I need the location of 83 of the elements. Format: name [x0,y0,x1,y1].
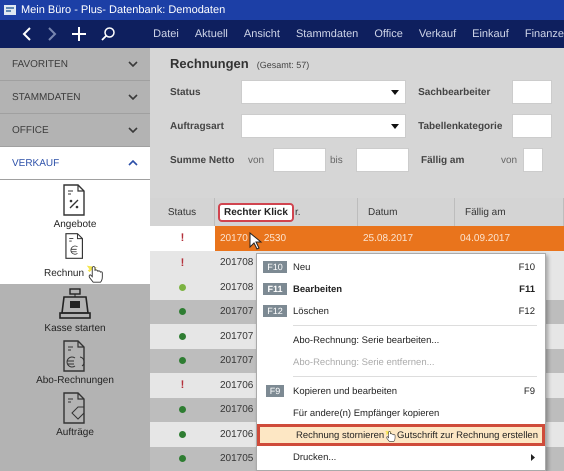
table-cell: 201707 [220,330,254,342]
dropdown-arrow-icon [391,90,400,94]
shortcut-badge: F9 [266,385,284,397]
add-icon[interactable] [72,27,86,41]
sidebar-item-label: Angebote [54,218,96,230]
table-cell: 201708 [220,282,254,293]
sidebar-item-label: Rechnun [44,268,84,278]
table-cell: 20170 [220,232,248,244]
field-label: bis [330,154,344,166]
table-cell-text: 04.09.2017 [459,232,512,244]
chevron-up-icon [128,160,138,166]
field-label: Summe Netto [170,154,236,166]
field-label: von [501,154,518,166]
shortcut-text: F11 [519,284,535,294]
sidebar-item[interactable]: Angebote [0,180,150,232]
dropdown-arrow-icon [391,124,400,128]
sidebar-section[interactable]: VERKAUF [0,147,150,180]
input-field[interactable] [512,114,552,138]
shortcut-text: F10 [518,262,535,272]
table-row[interactable]: ! 20170 2530 25.08.2017 04.09.2017 [150,226,564,250]
forward-icon[interactable] [46,27,57,41]
menu-item[interactable]: Datei [153,28,179,40]
menu-item[interactable]: F11 Bearbeiten F11 [257,278,545,300]
menu-item[interactable]: Für andere(n) Empfänger kopieren [257,402,545,424]
menu-item[interactable]: F9 Kopieren und bearbeiten F9 [257,380,545,402]
table-cell: 201706 [220,404,254,416]
menu-item[interactable]: F10 Neu F10 [257,256,545,278]
field-label: Status [170,86,202,98]
menu-item[interactable]: Stammdaten [296,28,358,40]
shortcut-text: F9 [524,386,535,396]
sidebar-item-label: Abo-Rechnungen [36,374,114,386]
input-field[interactable] [356,148,409,172]
field-label: Fällig am [421,154,466,166]
table-cell-text: 25.08.2017 [362,232,414,244]
input-field[interactable] [512,80,552,104]
menu-item[interactable]: Rechnung stornieren Gutschrift zur Rechnung erstellen [257,424,545,446]
field-label: von [248,154,266,166]
chevron-down-icon [128,127,138,133]
warning-status: ! [180,256,184,269]
field-label: Sachbearbeiter [418,86,492,98]
field-label: Auftragsart [170,120,225,132]
cash-register-icon [58,286,92,320]
sidebar-item-label: Aufträge [56,426,94,438]
table-cell: 201706 [220,428,254,440]
sidebar-item[interactable]: Rechnun [0,232,150,284]
menu-item[interactable]: Abo-Rechnung: Serie bearbeiten... [257,329,545,351]
table-cell: 201707 [220,306,254,318]
window-title: Mein Büro - Plus- Datenbank: Demodaten [21,4,226,16]
table-cell: 201707 [220,355,254,366]
status-dropdown[interactable] [241,80,406,104]
field-label: Tabellenkategorie [418,120,504,132]
menu-item[interactable]: Einkauf [472,28,509,40]
table-cell: 201706 [220,380,254,391]
page-title: Rechnungen [170,56,249,71]
order-type-dropdown[interactable] [241,114,406,138]
chevron-down-icon [128,61,138,67]
table-cell: 201705 [220,453,254,464]
menu-item[interactable]: Aktuell [194,28,228,40]
sidebar-item-label: Kasse starten [44,322,106,334]
shortcut-badge: F11 [263,283,286,295]
shortcut-badge: F10 [263,261,287,273]
menu-item[interactable]: Office [374,28,403,40]
menu-item-text: Gutschrift zur Rechnung erstellen [397,430,538,440]
table-cell: 2530 [264,232,286,244]
chevron-down-icon [128,94,138,100]
back-icon[interactable] [22,27,32,41]
app-logo-icon [4,4,16,16]
table-cell: 201708 [220,257,254,268]
mouse-pointer-icon [248,232,263,250]
shortcut-badge: F12 [263,305,287,317]
menu-item[interactable]: Finanze [524,28,564,40]
callout-tooltip: Rechter Klick [218,203,294,222]
menu-item[interactable]: F12 Löschen F12 [257,300,545,322]
menu-item[interactable]: Ansicht [244,28,280,40]
search-icon[interactable] [101,27,116,41]
menu-item[interactable]: Verkauf [418,28,456,40]
warning-status: ! [180,232,184,244]
input-field[interactable] [273,148,326,172]
shortcut-text: F12 [518,306,535,316]
total-count: (Gesamt: 57) [256,60,310,70]
input-field[interactable] [523,148,543,172]
warning-status: ! [180,379,184,392]
menu-item[interactable]: Drucken... [257,446,545,468]
